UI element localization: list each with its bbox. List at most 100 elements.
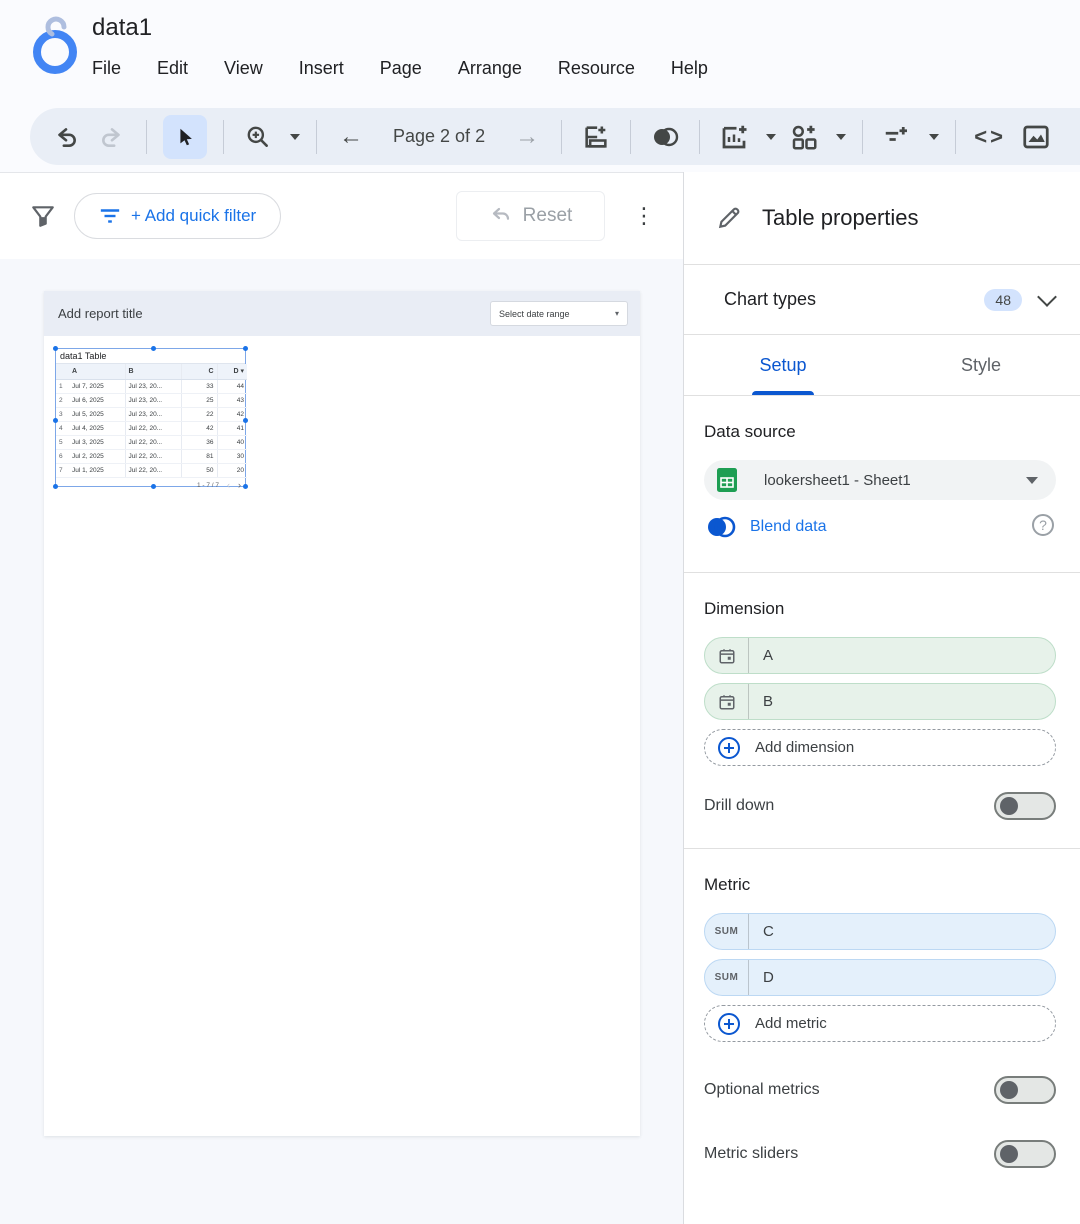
table-row: 3Jul 5, 2025Jul 23, 20...2242 xyxy=(56,407,247,421)
table-cell: Jul 23, 20... xyxy=(125,407,181,421)
menu-item-file[interactable]: File xyxy=(92,58,121,79)
toggle-knob xyxy=(1000,1145,1018,1163)
undo-icon[interactable] xyxy=(48,119,84,155)
embed-code-icon[interactable]: <> xyxy=(972,119,1008,155)
add-page-icon[interactable] xyxy=(578,119,614,155)
next-page-icon[interactable]: → xyxy=(509,119,545,155)
tab-style[interactable]: Style xyxy=(882,335,1080,395)
menu-bar: File Edit View Insert Page Arrange Resource Hel… xyxy=(92,58,708,79)
add-chart-icon[interactable] xyxy=(716,119,752,155)
add-control-caret-icon[interactable] xyxy=(836,134,846,140)
menu-item-view[interactable]: View xyxy=(224,58,263,79)
column-header-d[interactable]: D ▾ xyxy=(217,364,247,379)
optional-metrics-toggle[interactable] xyxy=(994,1076,1056,1104)
dimension-chip-a[interactable]: A xyxy=(704,637,1056,674)
table-cell: Jul 3, 2025 xyxy=(69,435,125,449)
toolbar-divider xyxy=(630,120,631,154)
menu-item-edit[interactable]: Edit xyxy=(157,58,188,79)
row-number-cell: 6 xyxy=(56,449,69,463)
metric-field-label: D xyxy=(749,969,774,986)
dimension-field-label: B xyxy=(749,693,773,710)
data-source-chip[interactable]: lookersheet1 - Sheet1 xyxy=(704,460,1056,500)
selection-handle[interactable] xyxy=(243,418,248,423)
dimension-chip-b[interactable]: B xyxy=(704,683,1056,720)
menu-item-arrange[interactable]: Arrange xyxy=(458,58,522,79)
table-cell: 50 xyxy=(181,463,217,477)
dimension-heading: Dimension xyxy=(704,599,1056,619)
menu-item-insert[interactable]: Insert xyxy=(299,58,344,79)
panel-tabs: Setup Style xyxy=(684,335,1080,396)
column-header-b[interactable]: B xyxy=(125,364,181,379)
table-row: 2Jul 6, 2025Jul 23, 20...2543 xyxy=(56,393,247,407)
tab-setup[interactable]: Setup xyxy=(684,335,882,395)
add-control-icon[interactable] xyxy=(786,119,822,155)
blend-data-link[interactable]: Blend data xyxy=(750,518,827,536)
metric-sliders-toggle[interactable] xyxy=(994,1140,1056,1168)
toolbar-divider xyxy=(561,120,562,154)
table-cell: Jul 22, 20... xyxy=(125,463,181,477)
selection-handle[interactable] xyxy=(243,484,248,489)
report-page[interactable]: Add report title Select date range ▾ xyxy=(44,291,640,1136)
pagination-prev-icon[interactable]: ‹ xyxy=(227,480,230,490)
previous-page-icon[interactable]: ← xyxy=(333,119,369,155)
column-header-a[interactable]: A xyxy=(69,364,125,379)
app-header: data1 File Edit View Insert Page Arrange Resou… xyxy=(0,0,1080,100)
looker-studio-logo xyxy=(28,14,84,76)
data-source-caret-icon[interactable] xyxy=(1026,477,1038,484)
page-indicator[interactable]: Page 2 of 2 xyxy=(393,126,485,147)
add-image-icon[interactable] xyxy=(1018,119,1054,155)
toolbar-divider xyxy=(699,120,700,154)
plus-circle-icon xyxy=(717,1012,741,1036)
date-range-control[interactable]: Select date range ▾ xyxy=(490,301,628,326)
table-cell: 33 xyxy=(181,379,217,393)
table-cell: Jul 6, 2025 xyxy=(69,393,125,407)
filter-funnel-icon[interactable] xyxy=(30,203,56,229)
panel-header: Table properties xyxy=(684,172,1080,265)
zoom-tool-icon[interactable] xyxy=(240,119,276,155)
add-quick-filter-button[interactable]: + Add quick filter xyxy=(74,193,281,239)
table-cell: 40 xyxy=(217,435,247,449)
add-filter-caret-icon[interactable] xyxy=(929,134,939,140)
toolbar-divider xyxy=(146,120,147,154)
selection-handle[interactable] xyxy=(53,484,58,489)
add-metric-button[interactable]: Add metric xyxy=(704,1005,1056,1042)
workspace[interactable]: Add report title Select date range ▾ xyxy=(0,259,683,1224)
selection-handle[interactable] xyxy=(151,484,156,489)
more-options-icon[interactable]: ⋮ xyxy=(630,195,658,237)
add-chart-caret-icon[interactable] xyxy=(766,134,776,140)
column-header-c[interactable]: C xyxy=(181,364,217,379)
chart-types-row[interactable]: Chart types 48 xyxy=(684,265,1080,335)
add-filter-icon[interactable] xyxy=(879,119,915,155)
data-table: A B C D ▾ 1Jul 7, 2025Jul 23, 20...33442… xyxy=(56,364,247,478)
main-content: + Add quick filter Reset ⋮ Add report ti… xyxy=(0,172,1080,1224)
report-title-placeholder[interactable]: Add report title xyxy=(58,306,143,321)
menu-item-help[interactable]: Help xyxy=(671,58,708,79)
chevron-down-icon[interactable] xyxy=(1037,287,1057,307)
menu-item-resource[interactable]: Resource xyxy=(558,58,635,79)
table-cell: 22 xyxy=(181,407,217,421)
metric-chip-d[interactable]: SUM D xyxy=(704,959,1056,996)
selection-handle[interactable] xyxy=(243,346,248,351)
blend-tool-icon[interactable] xyxy=(647,119,683,155)
table-cell: Jul 23, 20... xyxy=(125,379,181,393)
metric-chip-c[interactable]: SUM C xyxy=(704,913,1056,950)
zoom-caret-icon[interactable] xyxy=(290,134,300,140)
table-chart-element[interactable]: data1 Table A B C D ▾ 1Jul 7, 2025Jul 23 xyxy=(55,348,246,487)
document-title[interactable]: data1 xyxy=(92,14,152,42)
drill-down-row: Drill down xyxy=(704,792,1056,820)
menu-item-page[interactable]: Page xyxy=(380,58,422,79)
table-header-row: A B C D ▾ xyxy=(56,364,247,379)
select-tool-icon[interactable] xyxy=(163,115,207,159)
properties-panel: Table properties Chart types 48 Setup St… xyxy=(683,172,1080,1224)
help-icon[interactable]: ? xyxy=(1032,514,1054,536)
selection-handle[interactable] xyxy=(53,418,58,423)
pagination-next-icon[interactable]: › xyxy=(238,480,241,490)
drill-down-toggle[interactable] xyxy=(994,792,1056,820)
selection-handle[interactable] xyxy=(53,346,58,351)
add-dimension-button[interactable]: Add dimension xyxy=(704,729,1056,766)
reset-button[interactable]: Reset xyxy=(456,191,605,241)
redo-icon[interactable] xyxy=(94,119,130,155)
selection-handle[interactable] xyxy=(151,346,156,351)
toolbar: ← Page 2 of 2 → <> xyxy=(30,108,1080,165)
data-source-heading: Data source xyxy=(704,422,1056,442)
